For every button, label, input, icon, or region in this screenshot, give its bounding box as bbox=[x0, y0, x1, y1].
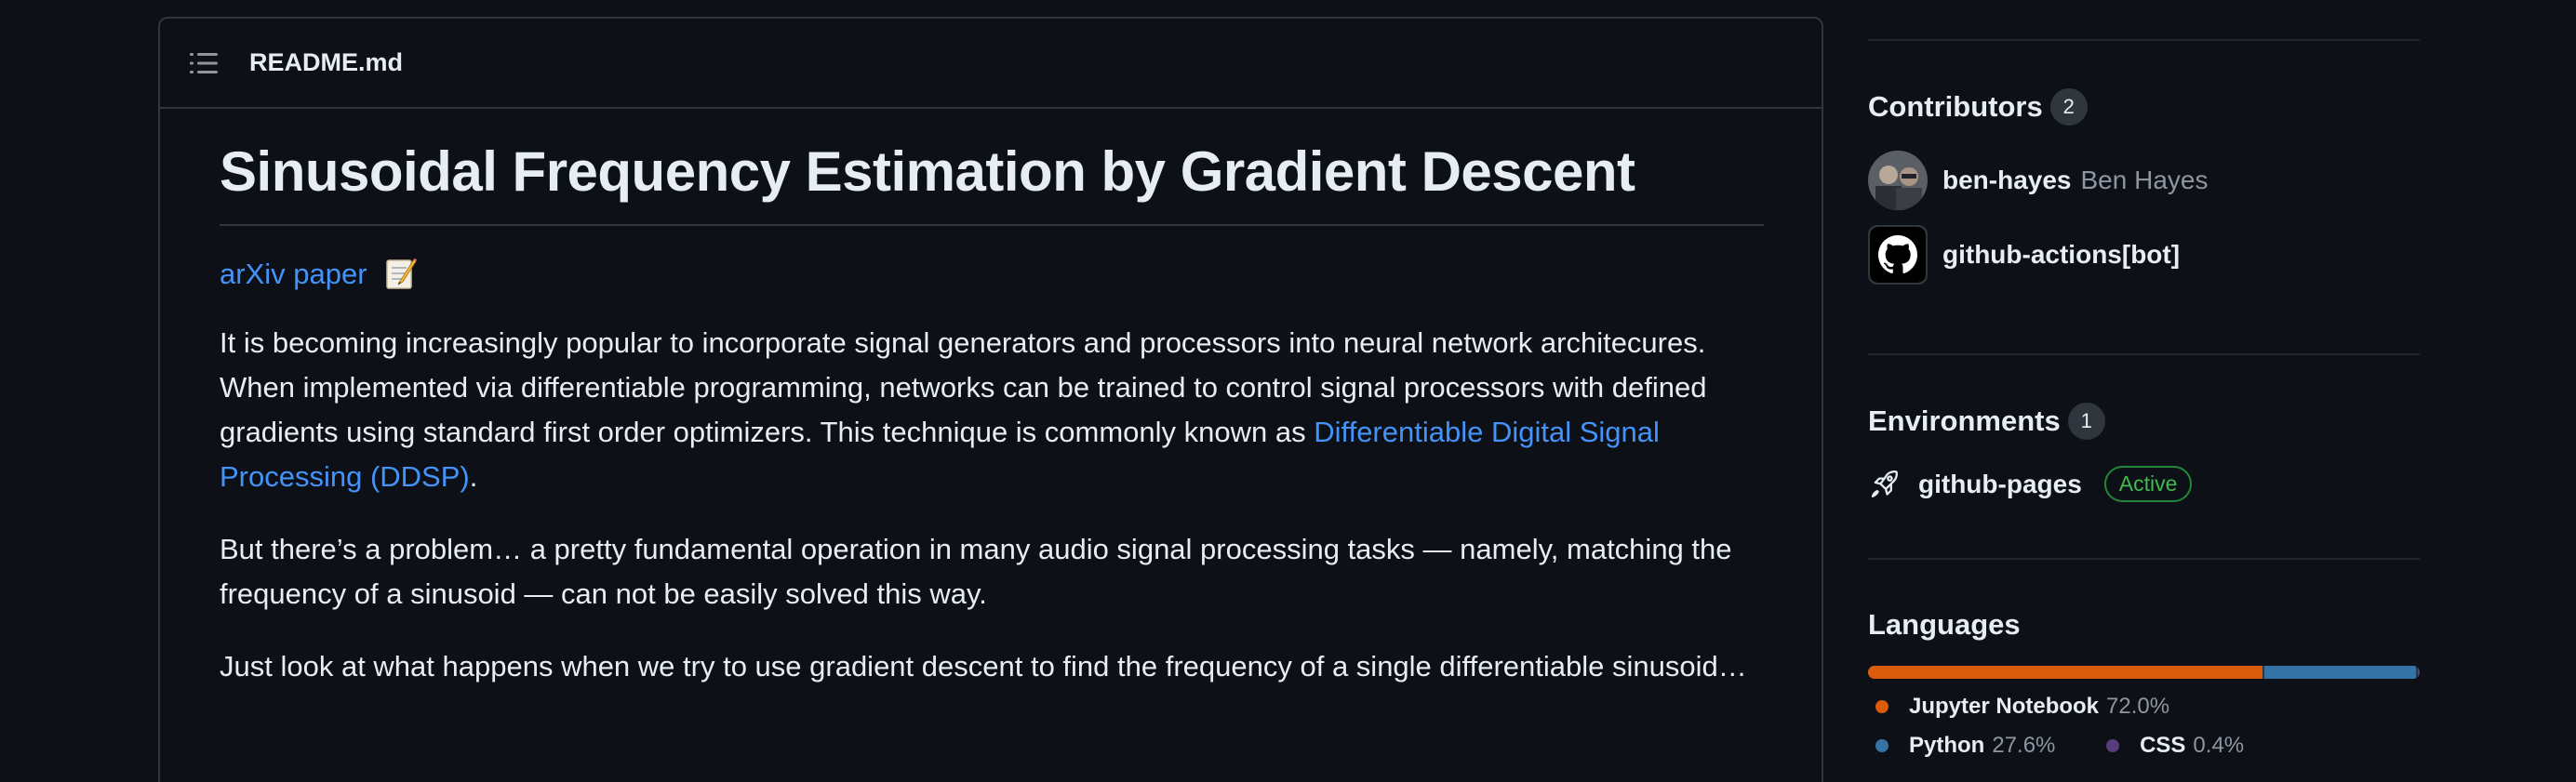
language-percent: 72.0% bbox=[2106, 694, 2170, 719]
avatar[interactable] bbox=[1868, 151, 1928, 210]
languages-heading: Languages bbox=[1868, 608, 2420, 642]
language-percent: 0.4% bbox=[2193, 733, 2245, 758]
contributors-section: Contributors 2 ben-hayes Ben Hayes githu… bbox=[1868, 88, 2208, 285]
readme-body: Sinusoidal Frequency Estimation by Gradi… bbox=[220, 139, 1764, 689]
readme-panel: README.md Sinusoidal Frequency Estimatio… bbox=[158, 17, 1823, 782]
environments-count: 1 bbox=[2067, 403, 2105, 440]
language-bar-segment[interactable] bbox=[2417, 666, 2420, 679]
contributor-name: Ben Hayes bbox=[2080, 166, 2209, 194]
sidebar-divider bbox=[1868, 353, 2420, 355]
language-row: Jupyter Notebook 72.0% bbox=[1868, 694, 2420, 720]
environment-name[interactable]: github-pages bbox=[1918, 470, 2082, 499]
language-item-css[interactable]: CSS 0.4% bbox=[2099, 733, 2244, 759]
memo-icon bbox=[384, 256, 418, 291]
demo-paragraph: Just look at what happens when we try to… bbox=[220, 650, 1747, 683]
rocket-icon bbox=[1868, 469, 1900, 500]
arxiv-line: arXiv paper bbox=[220, 256, 1764, 293]
readme-filename[interactable]: README.md bbox=[249, 48, 403, 77]
contributors-heading[interactable]: Contributors 2 bbox=[1868, 88, 2208, 126]
problem-paragraph: But there’s a problem… a pretty fundamen… bbox=[220, 533, 1732, 611]
language-item-jupyter[interactable]: Jupyter Notebook 72.0% bbox=[1868, 694, 2169, 720]
github-logo-icon[interactable] bbox=[1868, 225, 1928, 285]
contributor-login[interactable]: github-actions[bot] bbox=[1942, 240, 2180, 270]
environments-section: Environments 1 github-pages Active bbox=[1868, 403, 2193, 502]
language-name: Jupyter Notebook bbox=[1909, 694, 2100, 719]
intro-end: . bbox=[469, 460, 478, 494]
language-bar-segment[interactable] bbox=[2264, 666, 2416, 679]
languages-title: Languages bbox=[1868, 608, 2021, 641]
language-dot-icon bbox=[1875, 739, 1889, 752]
readme-header: README.md bbox=[160, 19, 1822, 109]
language-name: CSS bbox=[2140, 733, 2186, 758]
sidebar-divider bbox=[1868, 39, 2420, 41]
languages-section: Languages Jupyter Notebook 72.0% Python … bbox=[1868, 608, 2420, 759]
arxiv-paper-link[interactable]: arXiv paper bbox=[220, 258, 367, 290]
language-bar bbox=[1868, 666, 2420, 679]
list-unordered-icon[interactable] bbox=[190, 51, 218, 75]
contributors-count: 2 bbox=[2049, 88, 2088, 126]
page: README.md Sinusoidal Frequency Estimatio… bbox=[0, 0, 2576, 782]
readme-title: Sinusoidal Frequency Estimation by Gradi… bbox=[220, 139, 1764, 226]
language-name: Python bbox=[1909, 733, 1985, 758]
language-dot-icon bbox=[2106, 739, 2120, 752]
contributors-title: Contributors bbox=[1868, 90, 2043, 123]
contributor-ben-hayes[interactable]: ben-hayes Ben Hayes bbox=[1868, 151, 2208, 210]
language-list: Jupyter Notebook 72.0% Python 27.6% CSS … bbox=[1868, 694, 2420, 759]
environments-heading[interactable]: Environments 1 bbox=[1868, 403, 2192, 440]
contributor-login[interactable]: ben-hayes bbox=[1942, 166, 2072, 195]
contributor-github-actions[interactable]: github-actions[bot] bbox=[1868, 225, 2208, 285]
language-item-python[interactable]: Python 27.6% bbox=[1868, 733, 2055, 759]
language-row: Python 27.6% CSS 0.4% bbox=[1868, 733, 2420, 759]
sidebar-divider bbox=[1868, 558, 2420, 560]
intro-paragraph: It is becoming increasingly popular to i… bbox=[220, 321, 1764, 499]
language-percent: 27.6% bbox=[1992, 733, 2056, 758]
status-badge: Active bbox=[2103, 466, 2193, 502]
language-dot-icon bbox=[1875, 700, 1889, 713]
environment-github-pages[interactable]: github-pages Active bbox=[1868, 466, 2193, 502]
environments-title: Environments bbox=[1868, 404, 2061, 437]
language-bar-segment[interactable] bbox=[1868, 666, 2263, 679]
